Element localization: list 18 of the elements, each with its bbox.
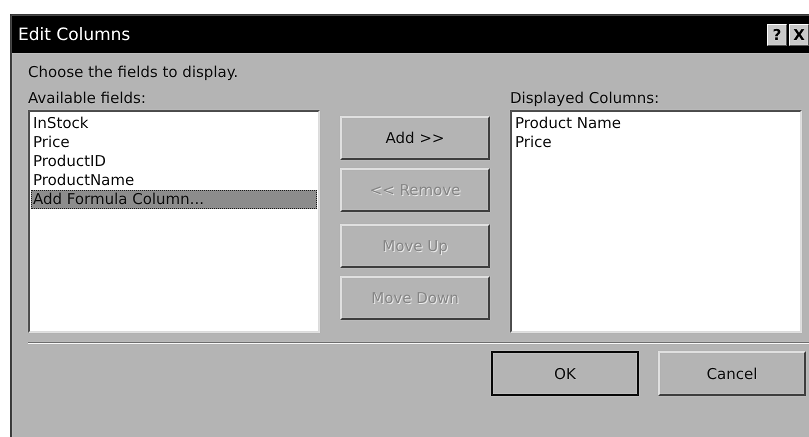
cancel-button[interactable]: Cancel [658, 351, 806, 396]
list-item[interactable]: ProductName [31, 171, 317, 190]
window-title: Edit Columns [18, 24, 130, 44]
available-fields-label: Available fields: [28, 89, 147, 107]
list-item[interactable]: Product Name [513, 114, 799, 133]
displayed-columns-label: Displayed Columns: [510, 89, 660, 107]
list-item[interactable]: ProductID [31, 152, 317, 171]
list-item[interactable]: Add Formula Column... [31, 190, 317, 209]
available-fields-list[interactable]: InStock Price ProductID ProductName Add Formula Column... [28, 110, 320, 333]
close-button[interactable]: X [789, 24, 809, 46]
action-button[interactable]: Add >> [340, 116, 490, 160]
displayed-columns-list[interactable]: Product Name Price [510, 110, 802, 333]
ok-button[interactable]: OK [491, 351, 639, 396]
list-item[interactable]: Price [31, 133, 317, 152]
list-item[interactable]: Price [513, 133, 799, 152]
help-button[interactable]: ? [767, 24, 787, 46]
prompt-text: Choose the fields to display. [28, 63, 240, 83]
list-item[interactable]: InStock [31, 114, 317, 133]
